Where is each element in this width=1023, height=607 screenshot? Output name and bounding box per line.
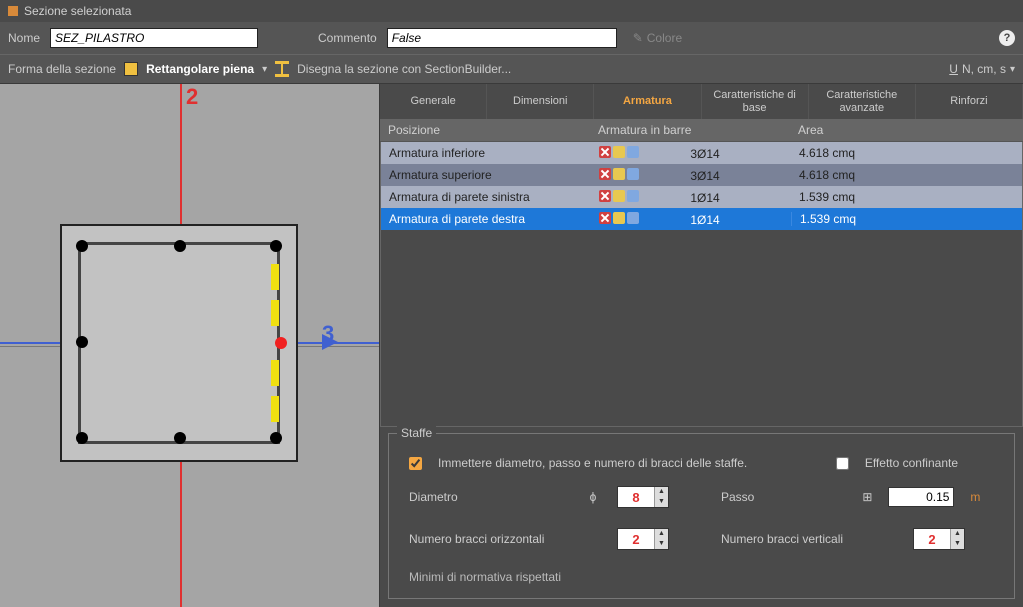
- grid-body: Armatura inferiore 3Ø14 4.618 cmq Armatu…: [380, 142, 1023, 427]
- rebar-node: [270, 432, 282, 444]
- ibeam-icon[interactable]: [275, 61, 289, 77]
- units-button[interactable]: U: [949, 62, 958, 76]
- table-row[interactable]: Armatura di parete sinistra 1Ø14 1.539 c…: [381, 186, 1022, 208]
- grip-icon: ⊞: [862, 490, 872, 504]
- spin-up[interactable]: ▲: [655, 529, 668, 539]
- table-row[interactable]: Armatura di parete destra 1Ø14 1.539 cmq: [381, 208, 1022, 230]
- rebar-node: [76, 336, 88, 348]
- paint-icon: ✎: [633, 31, 643, 45]
- staffe-group: Staffe Immettere diametro, passo e numer…: [388, 433, 1015, 599]
- copy-icon[interactable]: [613, 146, 625, 158]
- spin-up[interactable]: ▲: [655, 487, 668, 497]
- passo-input[interactable]: [888, 487, 954, 507]
- col-area[interactable]: Area: [790, 120, 1023, 141]
- spin-down[interactable]: ▼: [655, 539, 668, 549]
- grid-header: Posizione Armatura in barre Area: [380, 120, 1023, 142]
- immettere-label: Immettere diametro, passo e numero di br…: [438, 456, 747, 470]
- copy-icon[interactable]: [613, 168, 625, 180]
- chevron-down-icon[interactable]: ▾: [262, 64, 267, 75]
- diametro-input[interactable]: [618, 490, 654, 505]
- highlight-seg: [271, 300, 279, 326]
- comment-label: Commento: [318, 31, 377, 45]
- main: 2 3 Generale Dimensioni Armatura Caratte…: [0, 84, 1023, 607]
- section-builder-link[interactable]: Disegna la sezione con SectionBuilder...: [297, 62, 511, 76]
- diametro-label: Diametro: [409, 490, 569, 504]
- highlight-seg: [271, 360, 279, 386]
- toolbar: Forma della sezione Rettangolare piena ▾…: [0, 54, 1023, 84]
- right-center-node: [275, 337, 287, 349]
- axis-2-label: 2: [186, 84, 198, 110]
- rebar-node: [270, 240, 282, 252]
- tab-caratteristiche-avanzate[interactable]: Caratteristiche avanzate: [809, 84, 916, 119]
- table-row[interactable]: Armatura inferiore 3Ø14 4.618 cmq: [381, 142, 1022, 164]
- delete-icon[interactable]: [599, 190, 611, 202]
- delete-icon[interactable]: [599, 146, 611, 158]
- tab-caratteristiche-base[interactable]: Caratteristiche di base: [702, 84, 809, 119]
- help-button[interactable]: ?: [999, 30, 1015, 46]
- diametro-spinner[interactable]: ▲▼: [617, 486, 669, 508]
- name-input[interactable]: [50, 28, 258, 48]
- bracci-v-input[interactable]: [914, 532, 950, 547]
- highlight-seg: [271, 396, 279, 422]
- rebar-node: [76, 240, 88, 252]
- passo-label: Passo: [721, 490, 754, 504]
- phi-icon: ϕ: [585, 490, 601, 504]
- paste-icon[interactable]: [627, 168, 639, 180]
- form-row: Nome Commento ✎ Colore ?: [0, 22, 1023, 54]
- shape-dropdown[interactable]: Rettangolare piena: [146, 62, 254, 76]
- tab-dimensioni[interactable]: Dimensioni: [487, 84, 594, 119]
- highlight-seg: [271, 264, 279, 290]
- minimi-label: Minimi di normativa rispettati: [389, 560, 1014, 598]
- armature-grid: Posizione Armatura in barre Area: [380, 120, 1023, 142]
- tab-rinforzi[interactable]: Rinforzi: [916, 84, 1023, 119]
- delete-icon[interactable]: [599, 212, 611, 224]
- effetto-label: Effetto confinante: [865, 456, 958, 470]
- section-viewport[interactable]: 2 3: [0, 84, 380, 607]
- rebar-node: [174, 432, 186, 444]
- name-label: Nome: [8, 31, 40, 45]
- paste-icon[interactable]: [627, 146, 639, 158]
- spin-down[interactable]: ▼: [655, 497, 668, 507]
- shape-label: Forma della sezione: [8, 62, 116, 76]
- table-row[interactable]: Armatura superiore 3Ø14 4.618 cmq: [381, 164, 1022, 186]
- col-armatura[interactable]: Armatura in barre: [590, 120, 790, 141]
- rebar-node: [76, 432, 88, 444]
- window-icon: [8, 6, 18, 16]
- bracci-h-label: Numero bracci orizzontali: [409, 532, 569, 546]
- paste-icon[interactable]: [627, 212, 639, 224]
- copy-icon[interactable]: [613, 190, 625, 202]
- tab-armatura[interactable]: Armatura: [594, 84, 701, 119]
- rebar-node: [174, 240, 186, 252]
- color-link[interactable]: ✎ Colore: [633, 31, 682, 45]
- effetto-checkbox[interactable]: [836, 457, 849, 470]
- bracci-v-spinner[interactable]: ▲▼: [913, 528, 965, 550]
- bracci-h-spinner[interactable]: ▲▼: [617, 528, 669, 550]
- staffe-legend: Staffe: [397, 426, 436, 440]
- units-chevron-down-icon[interactable]: ▾: [1010, 64, 1015, 75]
- immettere-checkbox[interactable]: [409, 457, 422, 470]
- delete-icon[interactable]: [599, 168, 611, 180]
- col-posizione[interactable]: Posizione: [380, 120, 590, 141]
- comment-input[interactable]: [387, 28, 617, 48]
- spin-down[interactable]: ▼: [951, 539, 964, 549]
- axis-3-label: 3: [322, 321, 334, 347]
- units-label[interactable]: N, cm, s: [962, 62, 1006, 76]
- tabs: Generale Dimensioni Armatura Caratterist…: [380, 84, 1023, 120]
- paste-icon[interactable]: [627, 190, 639, 202]
- copy-icon[interactable]: [613, 212, 625, 224]
- spin-up[interactable]: ▲: [951, 529, 964, 539]
- window-title: Sezione selezionata: [24, 4, 131, 18]
- stirrup-outline: [78, 242, 280, 444]
- shape-icon: [124, 62, 138, 76]
- bracci-v-label: Numero bracci verticali: [721, 532, 861, 546]
- passo-unit: m: [970, 490, 980, 504]
- titlebar: Sezione selezionata: [0, 0, 1023, 22]
- tab-generale[interactable]: Generale: [380, 84, 487, 119]
- right-panel: Generale Dimensioni Armatura Caratterist…: [380, 84, 1023, 607]
- bracci-h-input[interactable]: [618, 532, 654, 547]
